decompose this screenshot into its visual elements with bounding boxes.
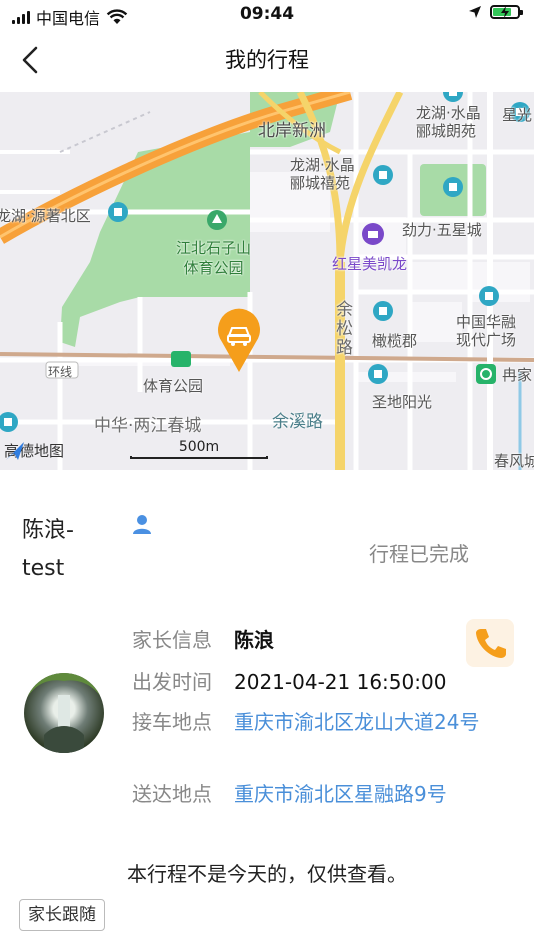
- map-label: 环线: [48, 365, 73, 379]
- info-label: 家长信息: [132, 628, 212, 652]
- info-row-dropoff: 送达地点 重庆市渝北区星融路9号: [132, 779, 492, 809]
- avatar: [24, 673, 104, 753]
- phone-icon: [476, 629, 506, 658]
- info-row-pickup: 接车地点 重庆市渝北区龙山大道24号: [132, 707, 492, 737]
- map-scale-label: 500m: [178, 439, 220, 455]
- map-label: 龙湖·源著北区: [0, 207, 91, 225]
- departure-time: 2021-04-21 16:50:00: [234, 670, 447, 694]
- battery-charging-icon: [490, 5, 523, 19]
- pickup-address[interactable]: 重庆市渝北区龙山大道24号: [234, 707, 492, 737]
- location-arrow-icon: [469, 6, 481, 18]
- map-label: 中国华融 现代广场: [456, 313, 517, 349]
- map-label: 红星美凯龙: [332, 255, 408, 273]
- passenger-name: 陈浪-test: [22, 518, 74, 581]
- map-base: [0, 92, 534, 470]
- avatar-image: [24, 673, 104, 753]
- info-label: 送达地点: [132, 782, 212, 806]
- map-label: 中华·两江春城: [94, 416, 202, 436]
- status-bar: 中国电信 09:44: [0, 0, 534, 30]
- call-button[interactable]: [466, 619, 514, 667]
- parent-name: 陈浪: [234, 628, 274, 652]
- map-label: 体育公园: [143, 377, 204, 395]
- map-label: 龙湖·水晶 郦城朗苑: [416, 104, 481, 140]
- map-label: 星光: [502, 106, 533, 124]
- status-time: 09:44: [239, 4, 295, 24]
- map-scale: 500m: [130, 439, 268, 459]
- map-label: 圣地阳光: [372, 393, 433, 411]
- trip-map[interactable]: 北岸新洲 龙湖·水晶 郦城朗苑 星光 龙湖·水晶 郦城禧苑 龙湖·源著北区 江北…: [0, 92, 534, 470]
- map-label: 江北石子山 体育公园: [176, 239, 252, 277]
- map-label: 劲力·五星城: [402, 221, 482, 239]
- map-label: 龙湖·水晶 郦城禧苑: [290, 156, 355, 192]
- page-title: 我的行程: [225, 48, 309, 72]
- trip-status: 行程已完成: [369, 542, 469, 566]
- map-label: 冉家: [502, 366, 533, 384]
- info-label: 接车地点: [132, 710, 212, 734]
- user-icon: [133, 515, 151, 534]
- nav-bar: 我的行程: [0, 30, 534, 90]
- trip-notice: 本行程不是今天的，仅供查看。: [127, 862, 407, 886]
- parent-follow-button[interactable]: 家长跟随: [19, 899, 105, 931]
- map-label: 春风城: [494, 452, 534, 470]
- info-row-parent: 家长信息 陈浪: [132, 625, 274, 655]
- info-row-departure: 出发时间 2021-04-21 16:50:00: [132, 667, 446, 697]
- info-label: 出发时间: [132, 670, 212, 694]
- amap-arrow-icon: [6, 442, 24, 460]
- map-label: 余松路: [332, 300, 352, 357]
- dropoff-address[interactable]: 重庆市渝北区星融路9号: [234, 779, 492, 809]
- map-label: 余溪路: [272, 412, 323, 432]
- map-label: 北岸新洲: [258, 121, 326, 141]
- amap-logo: 高德地图: [4, 440, 64, 461]
- map-label: 橄榄郡: [372, 332, 418, 350]
